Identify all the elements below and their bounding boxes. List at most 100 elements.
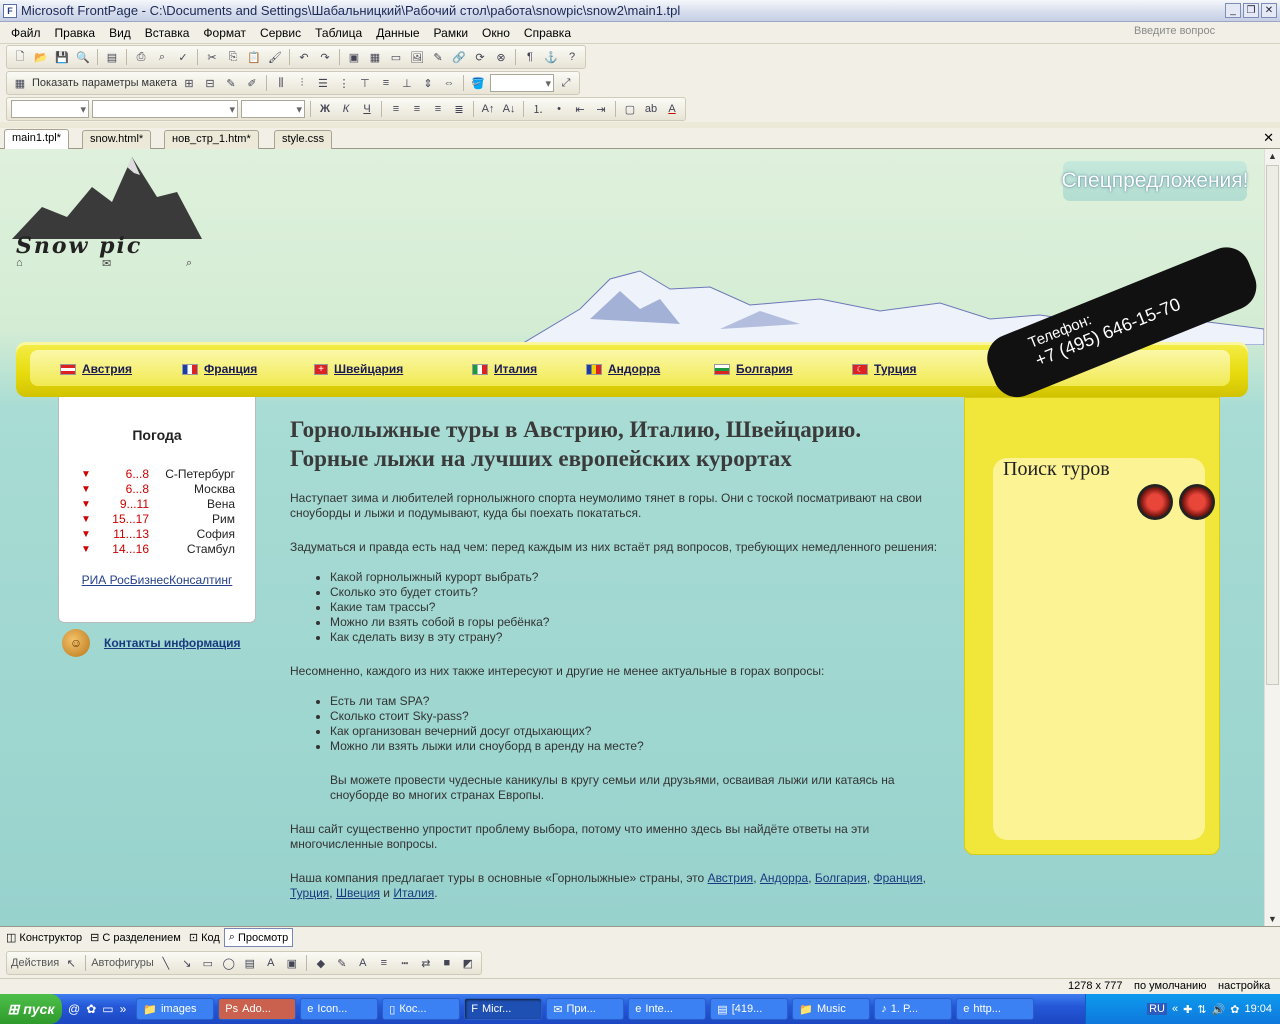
tray-volume-icon[interactable]: 🔊 bbox=[1212, 1003, 1226, 1016]
menu-window[interactable]: Окно bbox=[475, 26, 517, 40]
view-tab-design[interactable]: ◫ Конструктор bbox=[2, 928, 86, 947]
new-icon[interactable]: 🗋 bbox=[11, 48, 29, 66]
align-center-icon[interactable]: ≡ bbox=[408, 100, 426, 118]
menu-format[interactable]: Формат bbox=[196, 26, 253, 40]
menu-data[interactable]: Данные bbox=[369, 26, 426, 40]
fill-color-icon[interactable]: ◆ bbox=[312, 954, 330, 972]
arrow-icon[interactable]: ↘ bbox=[178, 954, 196, 972]
nav-link-italy[interactable]: Италия bbox=[494, 362, 537, 376]
align-middle-icon[interactable]: ≡ bbox=[377, 74, 395, 92]
style-combo[interactable]: ▾ bbox=[11, 100, 89, 118]
insert-picture-icon[interactable]: 🖼 bbox=[408, 48, 426, 66]
merge-icon[interactable]: ⫶ bbox=[293, 74, 311, 92]
link-austria[interactable]: Австрия bbox=[708, 871, 754, 885]
link-bulgaria[interactable]: Болгария bbox=[815, 871, 867, 885]
link-italy[interactable]: Италия bbox=[393, 886, 434, 900]
rectangle-icon[interactable]: ▭ bbox=[199, 954, 217, 972]
ask-question-input[interactable]: Введите вопрос bbox=[1132, 25, 1272, 41]
nav-link-andorra[interactable]: Андорра bbox=[608, 362, 660, 376]
picture-icon[interactable]: ▣ bbox=[283, 954, 301, 972]
paste-icon[interactable]: 📋 bbox=[245, 48, 263, 66]
indent-icon[interactable]: ⇥ bbox=[592, 100, 610, 118]
split-icon[interactable]: ⫼ bbox=[272, 74, 290, 92]
menu-file[interactable]: Файл bbox=[4, 26, 48, 40]
nav-link-france[interactable]: Франция bbox=[204, 362, 257, 376]
search-site-icon[interactable]: ⌕ bbox=[186, 257, 192, 270]
wordart-icon[interactable]: A bbox=[262, 954, 280, 972]
tray-network-icon[interactable]: ⇅ bbox=[1197, 1003, 1206, 1016]
vertical-scrollbar[interactable]: ▲ ▼ bbox=[1264, 149, 1280, 926]
cell-draw-icon[interactable]: ✎ bbox=[222, 74, 240, 92]
show-all-icon[interactable]: ¶ bbox=[521, 48, 539, 66]
special-offers-button[interactable]: Спецпредложения! bbox=[1062, 161, 1248, 201]
insert-table-icon[interactable]: ▦ bbox=[366, 48, 384, 66]
link-andorra[interactable]: Андорра bbox=[760, 871, 808, 885]
distribute-cols-icon[interactable]: ⇔ bbox=[440, 74, 458, 92]
frontpage-app-icon[interactable]: F bbox=[3, 3, 17, 18]
tray-antivirus-icon[interactable]: ✚ bbox=[1183, 1003, 1192, 1016]
bold-icon[interactable]: Ж bbox=[316, 100, 334, 118]
taskbar-button[interactable]: 📁 Music bbox=[792, 998, 871, 1020]
line-style-icon[interactable]: ≡ bbox=[375, 954, 393, 972]
scroll-down-icon[interactable]: ▼ bbox=[1268, 914, 1277, 924]
site-logo-text[interactable]: Snow pic bbox=[16, 233, 142, 259]
language-indicator[interactable]: RU bbox=[1147, 1003, 1167, 1015]
justify-icon[interactable]: ≣ bbox=[450, 100, 468, 118]
autofit-icon[interactable]: ⤢ bbox=[557, 74, 575, 92]
fill-color-icon[interactable]: 🪣 bbox=[469, 74, 487, 92]
taskbar-button[interactable]: ♪ 1. P... bbox=[874, 998, 953, 1020]
tab-snow[interactable]: snow.html* bbox=[82, 130, 152, 149]
redo-icon[interactable]: ↷ bbox=[316, 48, 334, 66]
view-tab-code[interactable]: ⊡ Код bbox=[185, 928, 224, 947]
menu-insert[interactable]: Вставка bbox=[138, 26, 197, 40]
bullets-icon[interactable]: • bbox=[550, 100, 568, 118]
scroll-thumb[interactable] bbox=[1266, 165, 1279, 685]
page-size-status[interactable]: 1278 x 777 bbox=[1068, 980, 1122, 992]
minimize-button[interactable]: _ bbox=[1225, 3, 1241, 18]
line-color-icon[interactable]: ✎ bbox=[333, 954, 351, 972]
mode-status[interactable]: по умолчанию bbox=[1134, 980, 1206, 992]
select-arrow-icon[interactable]: ↖ bbox=[62, 954, 80, 972]
taskbar-button[interactable]: ✉ При... bbox=[546, 998, 625, 1020]
line-icon[interactable]: ╲ bbox=[157, 954, 175, 972]
view-tab-preview[interactable]: ⌕ Просмотр bbox=[223, 928, 294, 947]
copy-icon[interactable]: ⎘ bbox=[224, 48, 242, 66]
insert-layer-icon[interactable]: ▭ bbox=[387, 48, 405, 66]
table-erase-icon[interactable]: ⊟ bbox=[201, 74, 219, 92]
dash-style-icon[interactable]: ┅ bbox=[396, 954, 414, 972]
taskbar-button[interactable]: ▯ Кос... bbox=[382, 998, 461, 1020]
format-painter-icon[interactable]: 🖌 bbox=[266, 48, 284, 66]
weather-source-link[interactable]: РИА РосБизнесКонсалтинг bbox=[59, 573, 255, 587]
nav-item-france[interactable]: Франция bbox=[182, 362, 257, 376]
clock[interactable]: 19:04 bbox=[1244, 1003, 1272, 1015]
align-left-icon[interactable]: ≡ bbox=[387, 100, 405, 118]
save-icon[interactable]: 💾 bbox=[53, 48, 71, 66]
align-bottom-icon[interactable]: ⊥ bbox=[398, 74, 416, 92]
taskbar-button[interactable]: Ps Ado... bbox=[218, 998, 297, 1020]
3d-icon[interactable]: ◩ bbox=[459, 954, 477, 972]
nav-link-turkey[interactable]: Турция bbox=[874, 362, 916, 376]
menu-edit[interactable]: Правка bbox=[48, 26, 103, 40]
nav-item-turkey[interactable]: ☾ Турция bbox=[852, 362, 916, 376]
outdent-icon[interactable]: ⇤ bbox=[571, 100, 589, 118]
table-draw-icon[interactable]: ⊞ bbox=[180, 74, 198, 92]
mail-quicklaunch-icon[interactable]: @ bbox=[68, 1002, 80, 1016]
textbox-icon[interactable]: ▤ bbox=[241, 954, 259, 972]
insert-col-icon[interactable]: ⋮ bbox=[335, 74, 353, 92]
nav-item-andorra[interactable]: Андорра bbox=[586, 362, 660, 376]
publish-icon[interactable]: ▤ bbox=[103, 48, 121, 66]
text-color-icon[interactable]: A bbox=[354, 954, 372, 972]
shadow-icon[interactable]: ■ bbox=[438, 954, 456, 972]
nav-link-bulgaria[interactable]: Болгария bbox=[736, 362, 793, 376]
arrow-style-icon[interactable]: ⇄ bbox=[417, 954, 435, 972]
tray-icq-icon[interactable]: ✿ bbox=[1230, 1003, 1239, 1016]
taskbar-button[interactable]: e Inte... bbox=[628, 998, 707, 1020]
menu-tools[interactable]: Сервис bbox=[253, 26, 308, 40]
tab-main1[interactable]: main1.tpl* bbox=[4, 129, 69, 149]
undo-icon[interactable]: ↶ bbox=[295, 48, 313, 66]
taskbar-button[interactable]: 📁 images bbox=[136, 998, 215, 1020]
drawing-icon[interactable]: ✎ bbox=[429, 48, 447, 66]
link-turkey[interactable]: Турция bbox=[290, 886, 329, 900]
help-icon[interactable]: ? bbox=[563, 48, 581, 66]
taskbar-button[interactable]: F Micr... bbox=[464, 998, 543, 1020]
